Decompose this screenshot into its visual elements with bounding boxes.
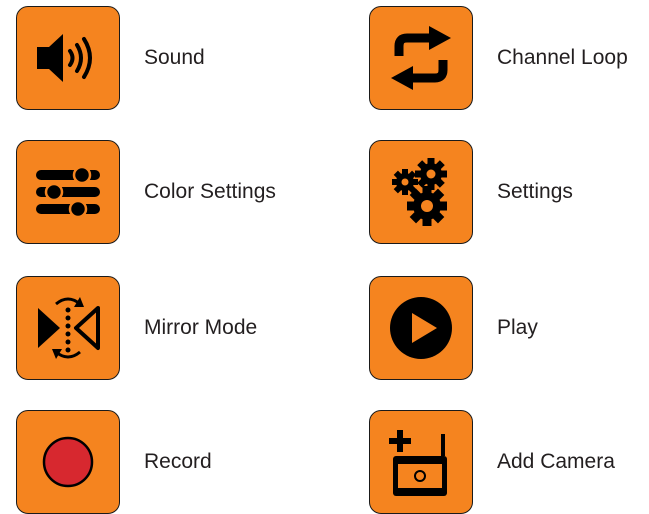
channel-loop-item[interactable]: Channel Loop bbox=[369, 6, 628, 110]
add-camera-icon bbox=[389, 430, 447, 496]
play-label: Play bbox=[497, 316, 538, 339]
play-item[interactable]: Play bbox=[369, 276, 538, 380]
channel-loop-tile[interactable] bbox=[369, 6, 473, 110]
sound-tile[interactable] bbox=[16, 6, 120, 110]
mirror-mode-label: Mirror Mode bbox=[144, 316, 258, 339]
add-camera-label: Add Camera bbox=[497, 450, 615, 473]
color-settings-item[interactable]: Color Settings bbox=[16, 140, 276, 244]
mirror-mode-tile[interactable] bbox=[16, 276, 120, 380]
sound-item[interactable]: Sound bbox=[16, 6, 205, 110]
speaker-sound-icon bbox=[37, 34, 92, 82]
record-tile[interactable] bbox=[16, 410, 120, 514]
sound-label: Sound bbox=[144, 46, 205, 69]
channel-loop-label: Channel Loop bbox=[497, 46, 628, 69]
add-camera-item[interactable]: Add Camera bbox=[369, 410, 615, 514]
play-tile[interactable] bbox=[369, 276, 473, 380]
color-settings-label: Color Settings bbox=[144, 180, 276, 203]
settings-tile[interactable] bbox=[369, 140, 473, 244]
play-icon bbox=[390, 297, 452, 359]
record-label: Record bbox=[144, 450, 212, 473]
record-icon bbox=[42, 436, 94, 488]
color-settings-tile[interactable] bbox=[16, 140, 120, 244]
record-item[interactable]: Record bbox=[16, 410, 212, 514]
add-camera-tile[interactable] bbox=[369, 410, 473, 514]
settings-item[interactable]: Settings bbox=[369, 140, 573, 244]
gears-icon bbox=[392, 158, 447, 226]
sliders-icon bbox=[36, 165, 100, 219]
settings-label: Settings bbox=[497, 180, 573, 203]
mirror-mode-item[interactable]: Mirror Mode bbox=[16, 276, 257, 380]
channel-loop-icon bbox=[391, 26, 451, 90]
mirror-mode-icon bbox=[38, 297, 100, 359]
